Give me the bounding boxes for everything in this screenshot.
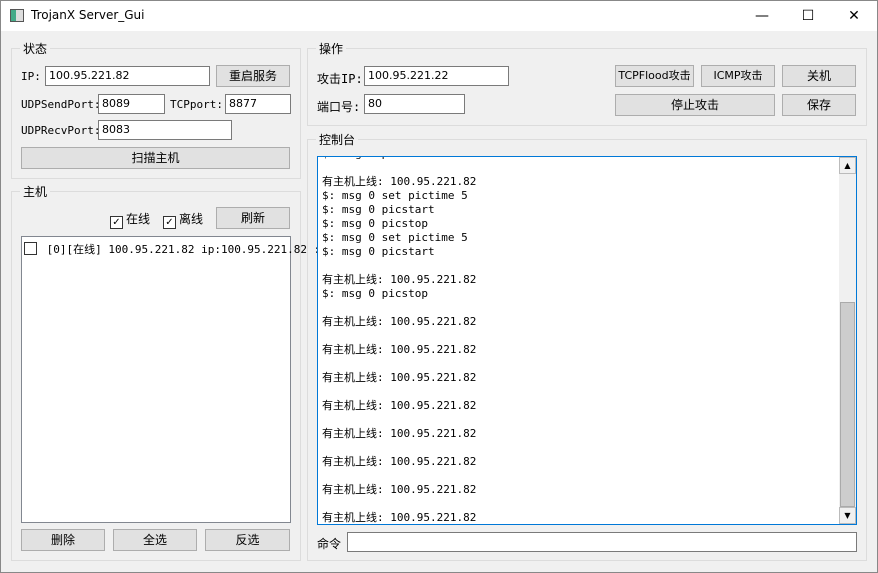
scan-hosts-button[interactable]: 扫描主机: [21, 147, 290, 169]
operations-group-label: 操作: [316, 40, 347, 57]
target-ip-label: 攻击IP:: [317, 72, 363, 86]
tcp-port-label: TCPport:: [170, 98, 223, 111]
host-list[interactable]: [0][在线] 100.95.221.82 ip:100.95.221.82 :: [21, 236, 320, 523]
console-line: 有主机上线: 100.95.221.82: [322, 175, 477, 188]
host-item-label: [0][在线] 100.95.221.82 ip:100.95.221.82 :: [46, 243, 321, 256]
close-button[interactable]: ✕: [831, 1, 877, 31]
console-line: 有主机上线: 100.95.221.82: [322, 511, 477, 524]
invert-selection-button[interactable]: 反选: [205, 529, 290, 551]
command-label: 命令: [317, 537, 342, 551]
console-output[interactable]: $: msg 0 pic有主机上线: 100.95.221.82$: msg 0…: [317, 156, 857, 525]
console-lines: $: msg 0 pic有主机上线: 100.95.221.82$: msg 0…: [322, 157, 477, 524]
console-line: 有主机上线: 100.95.221.82: [322, 371, 477, 384]
tcp-port-input[interactable]: 8877: [225, 94, 291, 114]
refresh-button[interactable]: 刷新: [216, 207, 290, 229]
host-checkbox[interactable]: [24, 242, 37, 255]
maximize-button[interactable]: ☐: [785, 1, 831, 31]
console-line: $: msg 0 picstart: [322, 203, 435, 216]
main-window: TrojanX Server_Gui — ☐ ✕ 状态 IP: 100.95.2…: [0, 0, 878, 573]
target-ip-input[interactable]: 100.95.221.22: [364, 66, 509, 86]
console-line: $: msg 0 picstop: [322, 287, 428, 300]
host-list-item[interactable]: [0][在线] 100.95.221.82 ip:100.95.221.82 :: [24, 241, 320, 257]
scroll-up-icon[interactable]: ▲: [839, 157, 856, 174]
console-line: $: msg 0 picstop: [322, 217, 428, 230]
console-line: 有主机上线: 100.95.221.82: [322, 455, 477, 468]
port-label: 端口号:: [317, 100, 361, 114]
console-line: $: msg 0 set pictime 5: [322, 189, 468, 202]
port-input[interactable]: 80: [364, 94, 465, 114]
console-line: 有主机上线: 100.95.221.82: [322, 399, 477, 412]
app-icon: [10, 9, 24, 22]
console-scrollbar[interactable]: ▲ ▼: [839, 157, 856, 524]
online-checkbox[interactable]: ✓ 在线: [110, 210, 150, 229]
check-icon: ✓: [110, 216, 123, 229]
udp-send-port-label: UDPSendPort:: [21, 98, 101, 111]
delete-button[interactable]: 删除: [21, 529, 105, 551]
hosts-group-label: 主机: [20, 183, 51, 200]
status-group-label: 状态: [20, 40, 51, 57]
select-all-button[interactable]: 全选: [113, 529, 197, 551]
online-label: 在线: [126, 212, 151, 226]
udp-recv-port-label: UDPRecvPort:: [21, 124, 101, 137]
console-group-label: 控制台: [316, 131, 359, 148]
console-line: 有主机上线: 100.95.221.82: [322, 315, 477, 328]
console-line: 有主机上线: 100.95.221.82: [322, 427, 477, 440]
ip-label: IP:: [21, 70, 41, 83]
tcp-flood-button[interactable]: TCPFlood攻击: [615, 65, 694, 87]
console-line: 有主机上线: 100.95.221.82: [322, 483, 477, 496]
ip-input[interactable]: 100.95.221.82: [45, 66, 210, 86]
command-input[interactable]: [347, 532, 857, 552]
console-line: $: msg 0 picstart: [322, 245, 435, 258]
save-button[interactable]: 保存: [782, 94, 856, 116]
check-icon: ✓: [163, 216, 176, 229]
icmp-attack-button[interactable]: ICMP攻击: [701, 65, 775, 87]
title-bar: TrojanX Server_Gui — ☐ ✕: [1, 1, 877, 31]
window-title: TrojanX Server_Gui: [31, 8, 145, 22]
stop-attack-button[interactable]: 停止攻击: [615, 94, 775, 116]
console-line: 有主机上线: 100.95.221.82: [322, 273, 477, 286]
scroll-down-icon[interactable]: ▼: [839, 507, 856, 524]
offline-checkbox[interactable]: ✓ 离线: [163, 210, 203, 229]
console-line: $: msg 0 set pictime 5: [322, 231, 468, 244]
minimize-button[interactable]: —: [739, 1, 785, 31]
console-line: 有主机上线: 100.95.221.82: [322, 343, 477, 356]
restart-service-button[interactable]: 重启服务: [216, 65, 290, 87]
scrollbar-thumb[interactable]: [840, 302, 855, 507]
udp-send-port-input[interactable]: 8089: [98, 94, 165, 114]
udp-recv-port-input[interactable]: 8083: [98, 120, 232, 140]
offline-label: 离线: [179, 212, 204, 226]
shutdown-button[interactable]: 关机: [782, 65, 856, 87]
